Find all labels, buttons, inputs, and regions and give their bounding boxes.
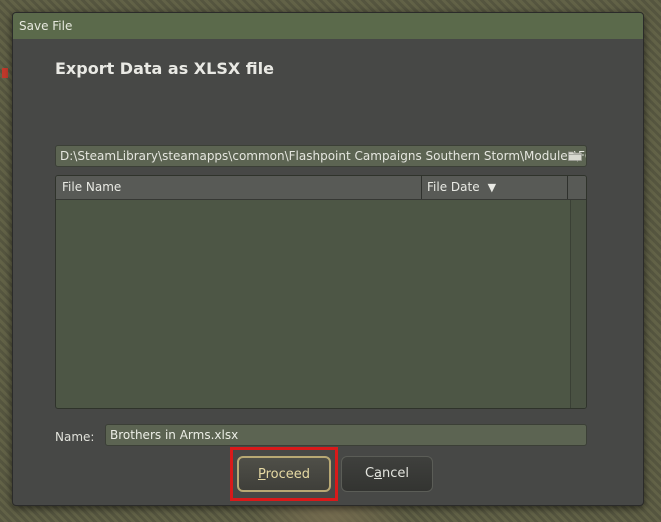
sort-descending-icon: ▼ [487,181,497,194]
map-marker [2,68,8,78]
column-header-file-name[interactable]: File Name [56,176,422,199]
file-list-header: File Name File Date ▼ [56,176,586,200]
file-list[interactable]: File Name File Date ▼ [55,175,587,409]
column-header-file-date[interactable]: File Date ▼ [422,176,568,199]
path-value: D:\SteamLibrary\steamapps\common\Flashpo… [60,149,587,163]
file-list-scrollbar[interactable] [570,200,586,408]
cancel-button[interactable]: Cancel [341,456,433,492]
window-titlebar[interactable]: Save File [13,13,643,39]
folder-icon[interactable] [568,150,582,161]
path-field[interactable]: D:\SteamLibrary\steamapps\common\Flashpo… [55,145,587,167]
window-title: Save File [19,19,73,33]
name-label: Name: [55,430,95,444]
save-file-dialog: Save File Export Data as XLSX file D:\St… [12,12,644,506]
proceed-button[interactable]: Proceed [237,456,331,492]
dialog-heading: Export Data as XLSX file [55,59,274,78]
file-name-input[interactable] [105,424,587,446]
